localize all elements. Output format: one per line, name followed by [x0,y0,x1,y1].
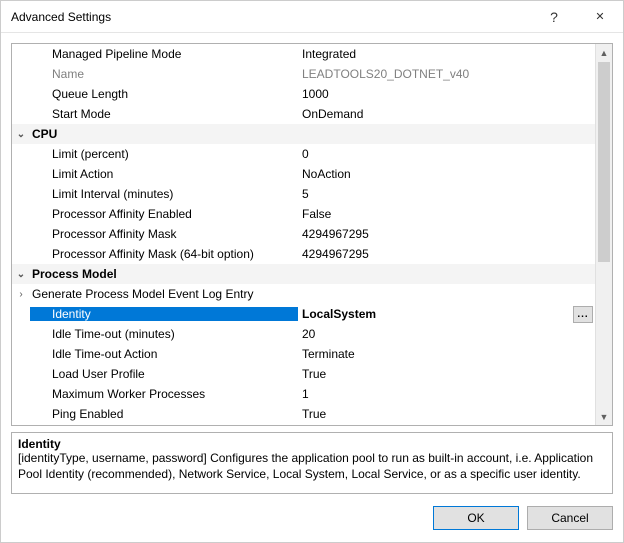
property-value[interactable]: 5 [298,187,595,201]
property-row[interactable]: IdentityLocalSystem... [12,304,595,324]
property-row[interactable]: Limit Interval (minutes)5 [12,184,595,204]
property-value[interactable]: 0 [298,147,595,161]
property-value[interactable]: Integrated [298,47,595,61]
property-value[interactable]: 4294967295 [298,227,595,241]
ellipsis-button[interactable]: ... [573,306,593,323]
property-name: Start Mode [30,107,298,121]
property-row[interactable]: Limit (percent)0 [12,144,595,164]
property-name: Queue Length [30,87,298,101]
property-value[interactable]: 4294967295 [298,247,595,261]
property-grid[interactable]: Managed Pipeline ModeIntegratedNameLEADT… [12,44,595,425]
button-bar: OK Cancel [1,494,623,542]
property-row[interactable]: Start ModeOnDemand [12,104,595,124]
property-name: Limit (percent) [30,147,298,161]
property-row[interactable]: Idle Time-out (minutes)20 [12,324,595,344]
property-name: Idle Time-out Action [30,347,298,361]
property-row[interactable]: Ping EnabledTrue [12,404,595,424]
property-value[interactable]: OnDemand [298,107,595,121]
titlebar-controls: ? ✕ [531,1,623,32]
property-name: Generate Process Model Event Log Entry [30,287,298,301]
category-row[interactable]: ⌄Process Model [12,264,595,284]
expander-icon[interactable]: ⌄ [12,129,30,140]
property-row[interactable]: Ping Maximum Response Time (seconds)90 [12,424,595,425]
cancel-button[interactable]: Cancel [527,506,613,530]
property-value[interactable]: False [298,207,595,221]
property-name: Ping Enabled [30,407,298,421]
scroll-thumb[interactable] [598,62,610,262]
property-row[interactable]: Processor Affinity Mask (64-bit option)4… [12,244,595,264]
property-value[interactable]: 20 [298,327,595,341]
scroll-down-icon[interactable]: ▼ [596,408,612,425]
property-row[interactable]: NameLEADTOOLS20_DOTNET_v40 [12,64,595,84]
property-row[interactable]: Maximum Worker Processes1 [12,384,595,404]
expander-icon[interactable]: ⌄ [12,269,30,280]
property-name: Idle Time-out (minutes) [30,327,298,341]
property-name: Processor Affinity Enabled [30,207,298,221]
help-button[interactable]: ? [531,1,577,32]
content-area: Managed Pipeline ModeIntegratedNameLEADT… [1,33,623,494]
property-row[interactable]: Managed Pipeline ModeIntegrated [12,44,595,64]
property-value[interactable]: 1000 [298,87,595,101]
property-name: Process Model [30,267,298,281]
property-value[interactable]: LEADTOOLS20_DOTNET_v40 [298,67,595,81]
property-name: Limit Interval (minutes) [30,187,298,201]
property-value[interactable]: NoAction [298,167,595,181]
property-value[interactable]: 1 [298,387,595,401]
property-value[interactable]: True [298,367,595,381]
property-name: Maximum Worker Processes [30,387,298,401]
scroll-up-icon[interactable]: ▲ [596,44,612,61]
close-button[interactable]: ✕ [577,1,623,32]
property-row[interactable]: Load User ProfileTrue [12,364,595,384]
property-name: Managed Pipeline Mode [30,47,298,61]
property-name: Processor Affinity Mask (64-bit option) [30,247,298,261]
property-name: Processor Affinity Mask [30,227,298,241]
description-panel: Identity [identityType, username, passwo… [11,432,613,494]
property-row[interactable]: Idle Time-out ActionTerminate [12,344,595,364]
property-name: CPU [30,127,298,141]
category-row[interactable]: ⌄CPU [12,124,595,144]
window-title: Advanced Settings [11,10,531,24]
property-value[interactable]: Terminate [298,347,595,361]
property-name: Identity [30,307,298,321]
ok-button[interactable]: OK [433,506,519,530]
property-name: Name [30,67,298,81]
property-name: Limit Action [30,167,298,181]
property-row[interactable]: Limit ActionNoAction [12,164,595,184]
titlebar: Advanced Settings ? ✕ [1,1,623,33]
expander-icon[interactable]: › [12,289,30,300]
vertical-scrollbar[interactable]: ▲ ▼ [595,44,612,425]
property-value[interactable]: True [298,407,595,421]
property-row[interactable]: ›Generate Process Model Event Log Entry [12,284,595,304]
property-row[interactable]: Processor Affinity EnabledFalse [12,204,595,224]
property-row[interactable]: Queue Length1000 [12,84,595,104]
description-title: Identity [18,437,606,451]
property-value[interactable]: LocalSystem... [298,306,595,323]
description-text: [identityType, username, password] Confi… [18,451,606,482]
property-grid-container: Managed Pipeline ModeIntegratedNameLEADT… [11,43,613,426]
property-name: Load User Profile [30,367,298,381]
property-row[interactable]: Processor Affinity Mask4294967295 [12,224,595,244]
